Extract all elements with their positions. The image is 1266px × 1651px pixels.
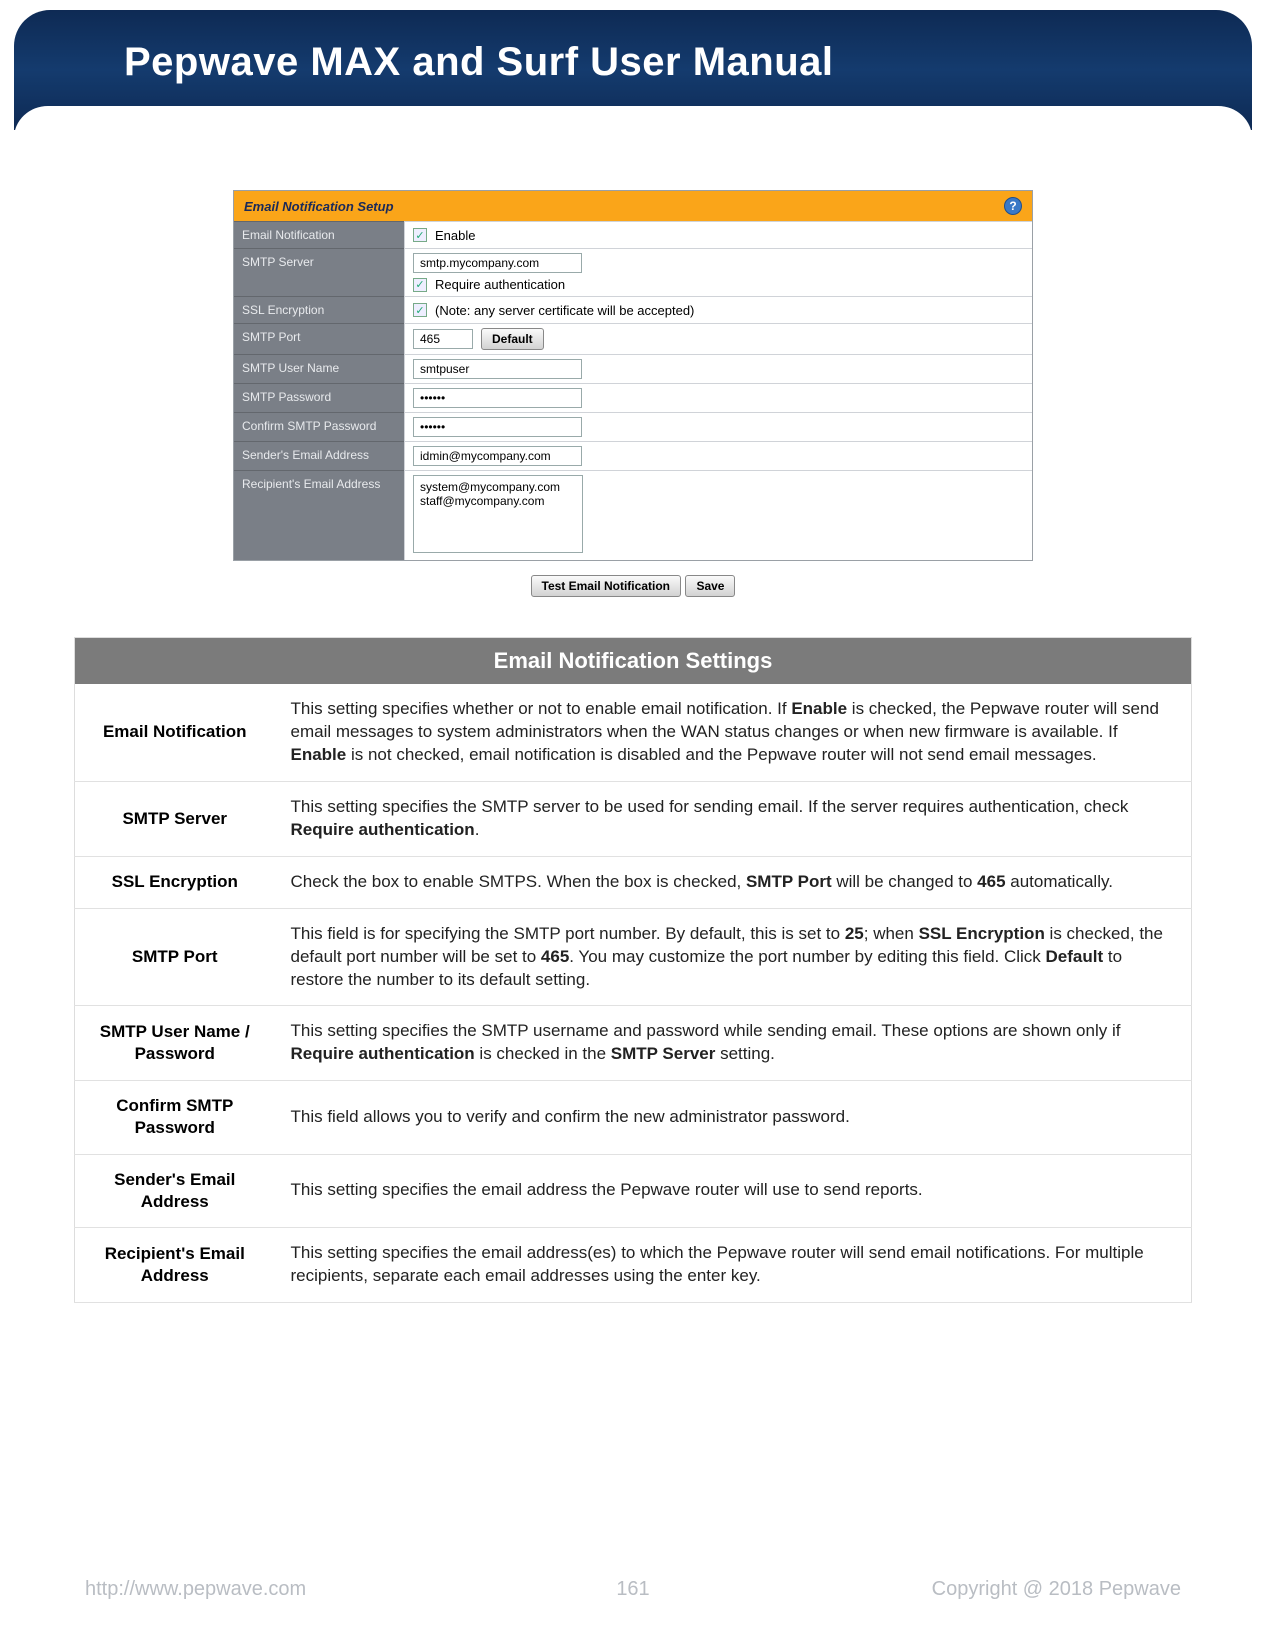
row-label: Recipient's Email Address [234, 470, 404, 560]
enable-label: Enable [435, 228, 475, 243]
smtp-pass-input[interactable] [413, 388, 582, 408]
footer-url: http://www.pepwave.com [85, 1578, 306, 1601]
ssl-note: (Note: any server certificate will be ac… [435, 303, 694, 318]
table-row: SMTP User Name / PasswordThis setting sp… [75, 1006, 1192, 1081]
setting-name: SMTP User Name / Password [75, 1006, 275, 1081]
page: Pepwave MAX and Surf User Manual Email N… [0, 0, 1266, 1651]
setting-description: This setting specifies the email address… [275, 1154, 1192, 1227]
table-row: SSL EncryptionCheck the box to enable SM… [75, 856, 1192, 908]
row-label: SMTP Port [234, 323, 404, 354]
setting-description: This setting specifies the SMTP username… [275, 1006, 1192, 1081]
footer-copyright: Copyright @ 2018 Pepwave [932, 1578, 1181, 1601]
action-buttons: Test Email Notification Save [74, 575, 1192, 597]
setting-name: Sender's Email Address [75, 1154, 275, 1227]
notification-setup-panel: Email Notification Setup ? Email Notific… [233, 190, 1033, 561]
setting-description: This setting specifies whether or not to… [275, 684, 1192, 781]
row-label: Confirm SMTP Password [234, 412, 404, 441]
table-row: SMTP ServerThis setting specifies the SM… [75, 781, 1192, 856]
page-number: 161 [616, 1578, 649, 1601]
row-label: SMTP Server [234, 248, 404, 296]
confirm-pass-input[interactable] [413, 417, 582, 437]
setting-description: Check the box to enable SMTPS. When the … [275, 856, 1192, 908]
settings-table: Email Notification Settings Email Notifi… [74, 637, 1192, 1303]
smtp-port-input[interactable] [413, 329, 473, 349]
content-area: Email Notification Setup ? Email Notific… [14, 160, 1252, 1303]
require-auth-label: Require authentication [435, 277, 565, 292]
row-label: Email Notification [234, 221, 404, 248]
header-band: Pepwave MAX and Surf User Manual [14, 10, 1252, 130]
setting-description: This setting specifies the email address… [275, 1227, 1192, 1302]
row-label: SMTP Password [234, 383, 404, 412]
setting-name: Recipient's Email Address [75, 1227, 275, 1302]
setting-description: This field allows you to verify and conf… [275, 1081, 1192, 1154]
default-button[interactable]: Default [481, 328, 544, 350]
footer: http://www.pepwave.com 161 Copyright @ 2… [85, 1578, 1181, 1601]
table-row: Recipient's Email AddressThis setting sp… [75, 1227, 1192, 1302]
table-row: Sender's Email AddressThis setting speci… [75, 1154, 1192, 1227]
ssl-checkbox[interactable]: ✓ [413, 303, 427, 317]
recipient-textarea[interactable] [413, 475, 583, 553]
row-label: SSL Encryption [234, 296, 404, 323]
table-row: Email NotificationThis setting specifies… [75, 684, 1192, 781]
setting-name: SMTP Server [75, 781, 275, 856]
enable-checkbox[interactable]: ✓ [413, 228, 427, 242]
settings-title: Email Notification Settings [75, 638, 1192, 685]
sender-input[interactable] [413, 446, 582, 466]
save-button[interactable]: Save [685, 575, 735, 597]
setting-name: SSL Encryption [75, 856, 275, 908]
help-icon[interactable]: ? [1004, 197, 1022, 215]
document-title: Pepwave MAX and Surf User Manual [64, 40, 1202, 85]
smtp-server-input[interactable] [413, 253, 582, 273]
row-label: SMTP User Name [234, 354, 404, 383]
smtp-user-input[interactable] [413, 359, 582, 379]
table-row: Confirm SMTP PasswordThis field allows y… [75, 1081, 1192, 1154]
setting-description: This field is for specifying the SMTP po… [275, 908, 1192, 1006]
panel-title: Email Notification Setup [244, 199, 394, 214]
panel-header: Email Notification Setup ? [234, 191, 1032, 221]
setting-name: SMTP Port [75, 908, 275, 1006]
row-label: Sender's Email Address [234, 441, 404, 470]
setting-description: This setting specifies the SMTP server t… [275, 781, 1192, 856]
setting-name: Email Notification [75, 684, 275, 781]
require-auth-checkbox[interactable]: ✓ [413, 278, 427, 292]
test-email-button[interactable]: Test Email Notification [531, 575, 681, 597]
setting-name: Confirm SMTP Password [75, 1081, 275, 1154]
table-row: SMTP PortThis field is for specifying th… [75, 908, 1192, 1006]
